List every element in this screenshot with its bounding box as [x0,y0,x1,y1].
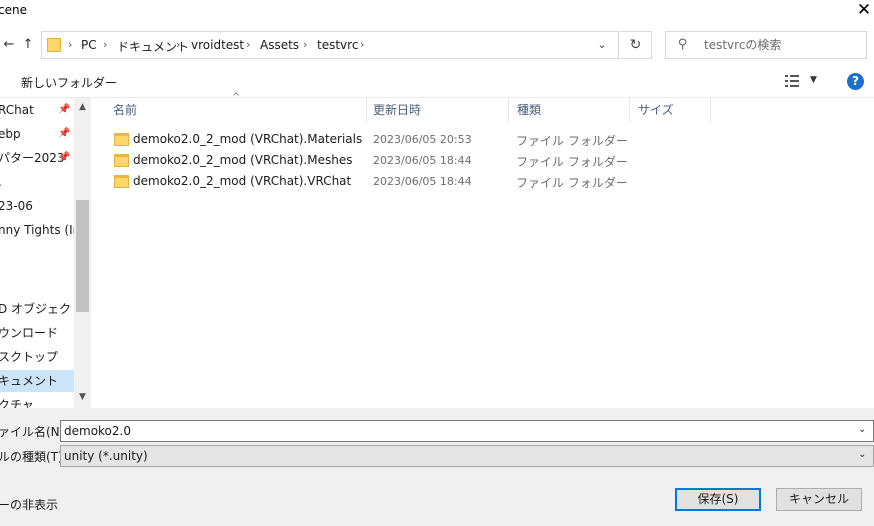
breadcrumb-separator: › [68,38,73,51]
folder-icon [114,175,129,188]
cancel-button[interactable]: キャンセル [776,488,862,511]
sidebar-item-documents[interactable]: キュメント [0,370,74,392]
save-button[interactable]: 保存(S) [675,488,761,511]
sidebar-item-2023-06[interactable]: 23-06 [0,195,74,217]
pin-icon: 📌 [58,152,71,163]
view-menu-chevron-icon[interactable]: ▼ [810,75,817,85]
folder-icon [114,133,129,146]
filetype-label: ルの種類(T): [0,450,67,464]
back-button[interactable]: ← [0,34,18,56]
breadcrumb-separator: › [303,38,308,51]
scroll-down-icon[interactable]: ▼ [74,392,91,402]
refresh-button[interactable]: ↻ [620,31,652,59]
address-bar[interactable]: › PC › ドキュメント › vroidtest › Assets › tes… [41,31,619,59]
scroll-up-icon[interactable]: ▲ [74,102,91,112]
file-row[interactable]: demoko2.0_2_mod (VRChat).Materials 2023/… [92,129,874,151]
hide-folders-toggle[interactable]: ーの非表示 [0,496,58,513]
close-icon[interactable]: ✕ [853,1,874,23]
file-name: demoko2.0_2_mod (VRChat).Meshes [133,153,353,167]
filename-input[interactable] [64,422,844,440]
sidebar-scrollbar[interactable]: ▲ ▼ [74,98,91,410]
file-type: ファイル フォルダー [516,155,628,169]
column-headers: 名前 ^ 更新日時 種類 サイズ [92,92,874,122]
sidebar-item-vrchat[interactable]: RChat 📌 [0,99,74,121]
file-row[interactable]: demoko2.0_2_mod (VRChat).Meshes 2023/06/… [92,150,874,172]
file-date: 2023/06/05 18:44 [373,175,472,188]
file-type: ファイル フォルダー [516,134,628,148]
column-header-date[interactable]: 更新日時 [365,98,509,122]
file-date: 2023/06/05 20:53 [373,133,472,146]
file-type: ファイル フォルダー [516,176,628,190]
scrollbar-thumb[interactable] [76,200,89,312]
breadcrumb-item-vroidtest[interactable]: vroidtest [191,38,244,52]
search-icon: ⚲ [678,37,688,52]
new-folder-button[interactable]: 新しいフォルダー [21,74,117,91]
sidebar-item-desktop[interactable]: スクトップ [0,346,74,368]
search-box[interactable]: ⚲ [665,31,867,59]
pin-icon: 📌 [58,128,71,139]
filetype-select[interactable]: unity (*.unity) ⌄ [60,445,874,467]
sidebar-item-downloads[interactable]: ウンロード [0,322,74,344]
column-header-type[interactable]: 種類 [509,98,630,122]
view-details-icon[interactable] [784,74,800,88]
breadcrumb-separator: › [360,38,365,51]
column-header-size[interactable]: サイズ [630,98,711,122]
file-name: demoko2.0_2_mod (VRChat).VRChat [133,174,352,188]
file-name: demoko2.0_2_mod (VRChat).Materials [133,132,363,146]
help-icon[interactable]: ? [847,73,864,90]
title-bar: cene ✕ [0,0,874,28]
sidebar-item-webp[interactable]: ebp 📌 [0,123,74,145]
chevron-down-icon[interactable]: ⌄ [858,449,866,460]
sort-ascending-icon: ^ [232,92,241,103]
breadcrumb-item-pc[interactable]: PC [81,38,97,52]
breadcrumb-separator: › [246,38,251,51]
breadcrumb-separator: › [103,38,108,51]
file-date: 2023/06/05 18:44 [373,154,472,167]
pin-icon: 📌 [58,104,71,115]
sidebar-item-3d-objects[interactable]: D オブジェクト [0,298,74,320]
toolbar: 新しいフォルダー ▼ ? [0,66,874,98]
filename-field[interactable]: ⌄ [60,420,874,442]
save-panel: ァイル名(N): ⌄ ルの種類(T): unity (*.unity) ⌄ ーの… [0,408,874,526]
breadcrumb-separator: › [176,38,181,51]
window-title: cene [0,3,27,17]
search-input[interactable] [704,35,860,55]
sidebar-item-pattern-2023[interactable]: パター2023 📌 [0,147,74,169]
folder-icon [114,154,129,167]
chevron-down-icon[interactable]: ⌄ [858,424,866,435]
breadcrumb-item-assets[interactable]: Assets [260,38,299,52]
sidebar-item-4[interactable]: . [0,171,74,193]
up-button[interactable]: ↑ [19,34,37,56]
folder-icon [47,38,61,52]
filename-label: ァイル名(N): [0,425,69,439]
breadcrumb-item-testvrc[interactable]: testvrc [317,38,358,52]
sidebar-item-bunny-tights[interactable]: nny Tights (In [0,219,74,241]
file-row[interactable]: demoko2.0_2_mod (VRChat).VRChat 2023/06/… [92,171,874,193]
filetype-value: unity (*.unity) [64,449,148,463]
chevron-down-icon[interactable]: ⌄ [595,38,609,52]
